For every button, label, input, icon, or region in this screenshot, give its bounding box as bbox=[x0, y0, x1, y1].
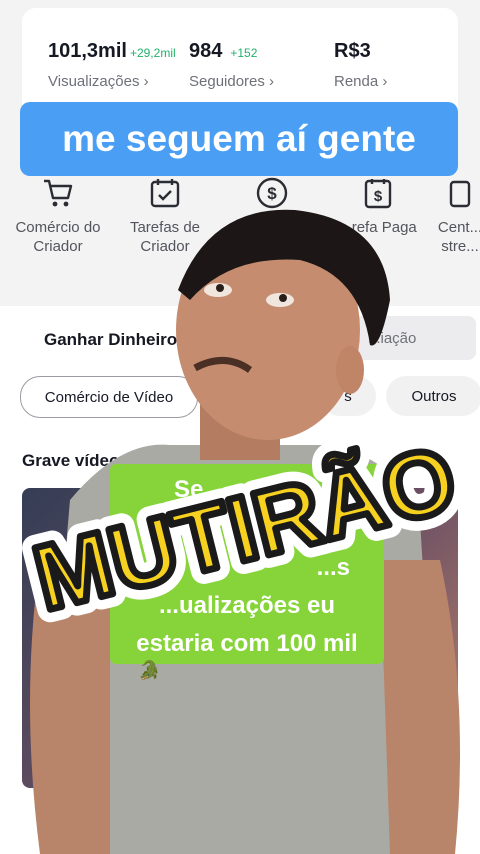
mutirao-sticker: MUTIRÃO MUTIRÃO bbox=[18, 413, 468, 630]
cart-icon bbox=[44, 179, 73, 207]
tool-creator-commerce[interactable]: Comércio do Criador bbox=[8, 176, 108, 256]
views-delta: +29,2mil bbox=[129, 46, 176, 60]
stat-followers[interactable]: 984 +152 Seguidores › bbox=[189, 40, 274, 90]
income-label: Renda › bbox=[334, 73, 388, 90]
tool-label: ...refa Paga bbox=[339, 219, 417, 236]
tab-creation-label: ...iação bbox=[368, 330, 417, 347]
tool-stream-center[interactable]: Cent... stre... bbox=[430, 176, 480, 256]
tab-earn-money[interactable]: Ganhar Dinheiro bbox=[44, 330, 177, 350]
list-item-text: A bbox=[90, 806, 101, 823]
tool-paid-task[interactable]: $ ...refa Paga bbox=[328, 176, 428, 237]
list-item-text: or bbox=[392, 806, 406, 823]
tool-label: Pr... bbox=[258, 219, 286, 236]
list-item-icon bbox=[372, 800, 392, 848]
green-caption-line: estaria com 100 mil bbox=[136, 630, 358, 657]
followers-delta: +152 bbox=[230, 46, 258, 60]
tool-promo[interactable]: $ Pr... bbox=[222, 176, 322, 237]
tool-label: Comércio do Criador bbox=[15, 219, 101, 255]
dollar-circle-icon: $ bbox=[256, 177, 288, 209]
svg-text:$: $ bbox=[374, 188, 383, 205]
income-value: R$3 bbox=[334, 40, 371, 62]
creator-tools-row: Comércio do Criador Tarefas de Criador $… bbox=[0, 176, 480, 276]
stat-views[interactable]: 101,3mil +29,2mil Visualizações › bbox=[48, 40, 176, 90]
tool-label: Cent... stre... bbox=[437, 219, 480, 255]
svg-text:$: $ bbox=[267, 184, 277, 203]
tab-creation[interactable]: ...iação bbox=[330, 316, 476, 360]
list-item-icon bbox=[58, 800, 84, 848]
stat-income[interactable]: R$3 Renda › bbox=[334, 40, 387, 90]
views-value: 101,3mil bbox=[48, 40, 127, 62]
stream-icon bbox=[449, 180, 471, 208]
tool-creator-tasks[interactable]: Tarefas de Criador bbox=[115, 176, 215, 256]
tool-label: Tarefas de Criador bbox=[129, 219, 201, 255]
caption-banner: me seguem aí gente bbox=[20, 102, 458, 176]
app-screen: 101,3mil +29,2mil Visualizações › 984 +152… bbox=[0, 0, 480, 854]
task-calendar-icon bbox=[150, 179, 180, 208]
crocodile-emoji: 🐊 bbox=[138, 660, 161, 680]
views-label: Visualizações › bbox=[48, 73, 149, 90]
followers-label: Seguidores › bbox=[189, 73, 275, 90]
followers-value: 984 bbox=[189, 40, 223, 62]
overlay-word: MUTIRÃO bbox=[24, 426, 465, 630]
dollar-doc-icon: $ bbox=[364, 179, 392, 209]
list-item-text: Vas bbox=[392, 826, 417, 843]
